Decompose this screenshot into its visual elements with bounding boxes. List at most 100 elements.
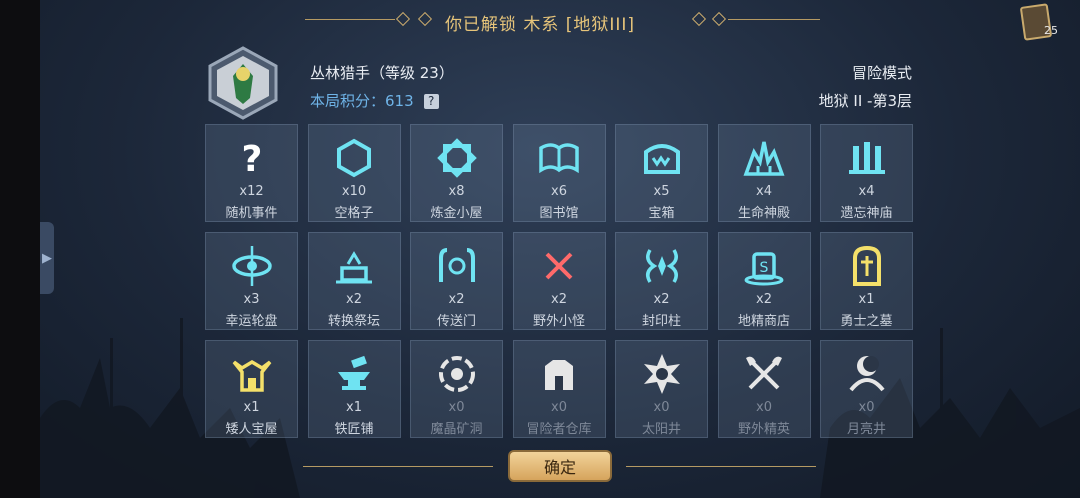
sun-well-icon: [639, 351, 685, 397]
tile-label: 铁匠铺: [334, 422, 374, 437]
life-temple-icon: [741, 135, 787, 181]
tile-life-temple[interactable]: x4 生命神殿: [717, 124, 811, 222]
tile-moon-well[interactable]: x0 月亮井: [820, 340, 913, 438]
tile-treasure-chest[interactable]: x5 宝箱: [615, 124, 708, 222]
chevron-right-icon: ▶: [42, 250, 52, 266]
goblin-shop-icon: S: [741, 243, 787, 289]
tile-count: x0: [448, 400, 465, 415]
seal-pillar-icon: [639, 243, 685, 289]
tile-crystal-mine[interactable]: x0 魔晶矿洞: [410, 340, 503, 438]
tile-adventurer-warehouse[interactable]: x0 冒险者仓库: [512, 340, 606, 438]
crossed-axes-icon: [741, 351, 787, 397]
score-row: 本局积分：613?: [310, 90, 439, 111]
tile-label: 宝箱: [648, 206, 675, 221]
help-icon[interactable]: ?: [423, 94, 439, 109]
building-grid: ? x12 随机事件 x10 空格子 x8 炼金小屋 x6 图书馆 x5 宝箱: [205, 124, 915, 440]
tile-label: 封印柱: [641, 314, 681, 329]
floor-label: 地狱 II -第3层: [818, 92, 912, 110]
tile-blacksmith[interactable]: x1 铁匠铺: [307, 340, 401, 438]
book-icon: [536, 135, 582, 181]
tile-count: x1: [346, 400, 362, 415]
chest-icon: [639, 135, 685, 181]
tile-label: 野外精英: [737, 422, 790, 437]
tile-count: x0: [653, 400, 670, 415]
confirm-line-right: [626, 466, 816, 467]
header-line-right: [728, 19, 820, 20]
tile-count: x2: [756, 292, 772, 307]
tile-count: x0: [858, 400, 875, 415]
side-expand-tab[interactable]: ▶: [40, 222, 54, 294]
tile-label: 魔晶矿洞: [430, 422, 483, 437]
tile-count: x6: [551, 184, 567, 199]
tile-count: x0: [551, 400, 567, 415]
portal-icon: [434, 243, 480, 289]
tile-goblin-shop[interactable]: S x2 地精商店: [717, 232, 811, 330]
tile-random-event[interactable]: ? x12 随机事件: [205, 124, 298, 222]
tile-count: x2: [346, 292, 362, 307]
deck-count: 25: [1044, 24, 1058, 37]
tile-sun-well[interactable]: x0 太阳井: [615, 340, 708, 438]
tile-seal-pillar[interactable]: x2 封印柱: [615, 232, 708, 330]
svg-text:?: ?: [241, 139, 262, 178]
confirm-button[interactable]: 确定: [508, 450, 612, 482]
tile-count: x5: [653, 184, 670, 199]
tile-label: 遗忘神庙: [840, 206, 893, 221]
tile-count: x2: [551, 292, 567, 307]
left-black-bar: [0, 0, 40, 498]
forgotten-temple-icon: [844, 135, 890, 181]
alchemy-icon: [434, 135, 480, 181]
tile-count: x4: [858, 184, 875, 199]
warehouse-icon: [536, 351, 582, 397]
dwarf-helmet-icon: [229, 351, 275, 397]
tile-portal[interactable]: x2 传送门: [410, 232, 503, 330]
altar-icon: [331, 243, 377, 289]
svg-text:S: S: [760, 260, 769, 276]
tile-count: x10: [341, 184, 367, 199]
tile-warrior-tomb[interactable]: x1 勇士之墓: [820, 232, 913, 330]
tile-count: x4: [756, 184, 772, 199]
tile-label: 炼金小屋: [430, 206, 483, 221]
tile-label: 月亮井: [846, 422, 886, 437]
tile-count: x2: [653, 292, 670, 307]
tile-label: 图书馆: [539, 206, 579, 221]
question-icon: ?: [229, 135, 275, 181]
tombstone-icon: [844, 243, 890, 289]
tile-count: x12: [239, 184, 264, 199]
score-label: 本局积分：613: [310, 92, 414, 110]
tile-conversion-altar[interactable]: x2 转换祭坛: [307, 232, 401, 330]
anvil-icon: [331, 351, 377, 397]
game-mode: 冒险模式: [851, 64, 912, 82]
tile-empty-cell[interactable]: x10 空格子: [307, 124, 401, 222]
tile-count: x0: [756, 400, 772, 415]
tile-label: 地精商店: [737, 314, 790, 329]
player-name: 丛林猎手（等级 23）: [310, 64, 454, 82]
player-avatar: [208, 46, 278, 120]
confirm-line-left: [303, 466, 493, 467]
tile-count: x3: [243, 292, 260, 307]
tile-count: x8: [448, 184, 465, 199]
tile-wild-elite[interactable]: x0 野外精英: [717, 340, 811, 438]
tile-dwarf-house[interactable]: x1 矮人宝屋: [205, 340, 298, 438]
tile-label: 传送门: [436, 314, 476, 329]
tile-count: x2: [448, 292, 465, 307]
tile-count: x1: [243, 400, 260, 415]
confirm-bar: 确定: [0, 448, 1080, 488]
crystal-mine-icon: [434, 351, 480, 397]
tile-label: 空格子: [334, 206, 374, 221]
crossed-swords-icon: [536, 243, 582, 289]
tile-label: 随机事件: [225, 206, 278, 221]
moon-well-icon: [844, 351, 890, 397]
tile-label: 生命神殿: [737, 206, 790, 221]
tile-label: 转换祭坛: [327, 314, 380, 329]
tile-library[interactable]: x6 图书馆: [512, 124, 606, 222]
tile-count: x1: [858, 292, 875, 307]
tile-label: 矮人宝屋: [225, 422, 278, 437]
tile-label: 太阳井: [641, 422, 681, 437]
tile-label: 幸运轮盘: [225, 314, 278, 329]
tile-lucky-wheel[interactable]: x3 幸运轮盘: [205, 232, 298, 330]
tile-label: 勇士之墓: [840, 314, 893, 329]
tile-wild-monster[interactable]: x2 野外小怪: [512, 232, 606, 330]
tile-forgotten-temple[interactable]: x4 遗忘神庙: [820, 124, 913, 222]
tile-alchemy-hut[interactable]: x8 炼金小屋: [410, 124, 503, 222]
tile-label: 野外小怪: [532, 314, 585, 329]
